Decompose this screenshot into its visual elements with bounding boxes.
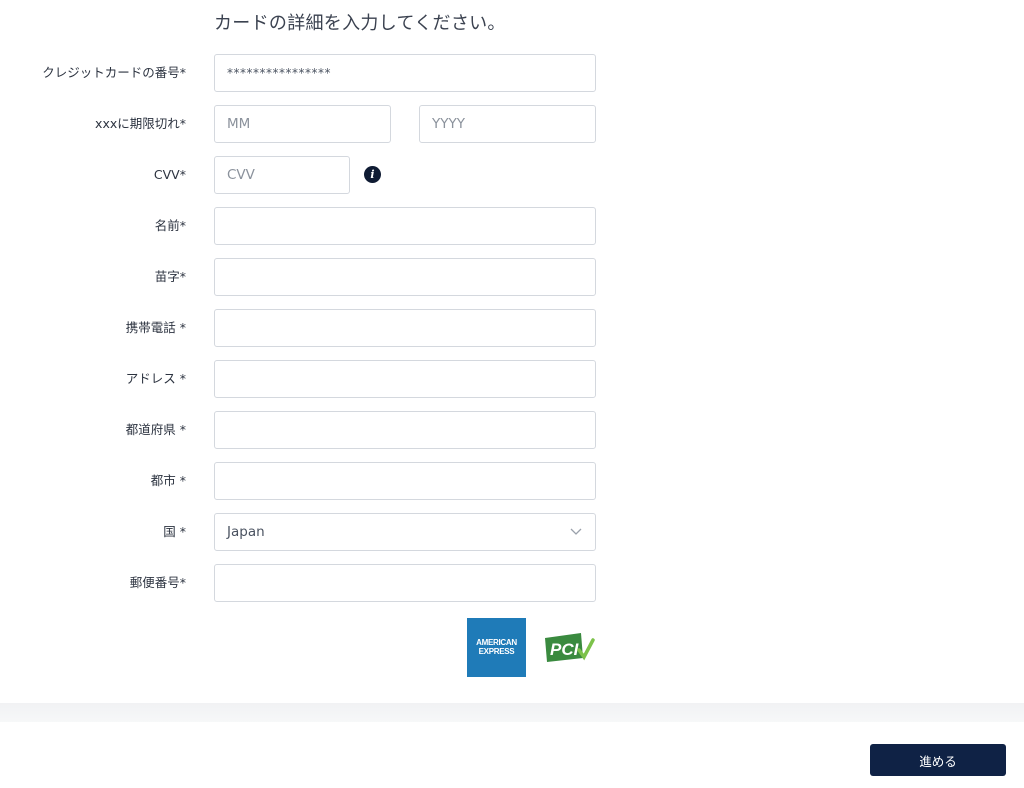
- address-row: アドレス *: [0, 360, 1024, 398]
- info-icon[interactable]: i: [364, 166, 381, 183]
- last-name-input[interactable]: [214, 258, 596, 296]
- city-row: 都市 *: [0, 462, 1024, 500]
- expiry-row: xxxに期限切れ*: [0, 105, 1024, 143]
- card-number-label: クレジットカードの番号*: [42, 65, 186, 80]
- footer-bar: 進める: [0, 722, 1024, 788]
- pci-logo: PCI: [545, 633, 595, 662]
- chevron-down-icon: [570, 528, 582, 535]
- prefecture-label: 都道府県 *: [125, 422, 186, 437]
- first-name-label: 名前*: [154, 218, 186, 233]
- address-input[interactable]: [214, 360, 596, 398]
- first-name-input[interactable]: [214, 207, 596, 245]
- country-select[interactable]: Japan: [214, 513, 596, 551]
- prefecture-input[interactable]: [214, 411, 596, 449]
- first-name-row: 名前*: [0, 207, 1024, 245]
- svg-text:PCI: PCI: [550, 640, 580, 659]
- card-number-input[interactable]: [214, 54, 596, 92]
- expiry-month-input[interactable]: [214, 105, 391, 143]
- page-title: カードの詳細を入力してください。: [214, 13, 506, 34]
- mobile-row: 携帯電話 *: [0, 309, 1024, 347]
- country-row: 国 * Japan: [0, 513, 1024, 551]
- proceed-button[interactable]: 進める: [870, 744, 1006, 776]
- postal-code-row: 郵便番号*: [0, 564, 1024, 602]
- footer-divider: [0, 703, 1024, 723]
- cvv-row: CVV* i: [0, 156, 1024, 194]
- amex-logo-line1: AMERICAN: [476, 638, 517, 647]
- amex-logo-line2: EXPRESS: [478, 647, 515, 656]
- postal-code-label: 郵便番号*: [129, 575, 186, 590]
- country-label: 国 *: [163, 524, 186, 539]
- amex-logo: AMERICAN EXPRESS: [467, 618, 526, 677]
- country-select-value: Japan: [227, 524, 265, 540]
- expiry-label: xxxに期限切れ*: [95, 116, 186, 131]
- cvv-input[interactable]: [214, 156, 350, 194]
- postal-code-input[interactable]: [214, 564, 596, 602]
- address-label: アドレス *: [125, 371, 186, 386]
- last-name-label: 苗字*: [154, 269, 186, 284]
- cvv-label: CVV*: [153, 167, 186, 182]
- expiry-year-input[interactable]: [419, 105, 596, 143]
- prefecture-row: 都道府県 *: [0, 411, 1024, 449]
- card-number-row: クレジットカードの番号*: [0, 54, 1024, 92]
- city-input[interactable]: [214, 462, 596, 500]
- city-label: 都市 *: [150, 473, 186, 488]
- last-name-row: 苗字*: [0, 258, 1024, 296]
- mobile-input[interactable]: [214, 309, 596, 347]
- mobile-label: 携帯電話 *: [125, 320, 186, 335]
